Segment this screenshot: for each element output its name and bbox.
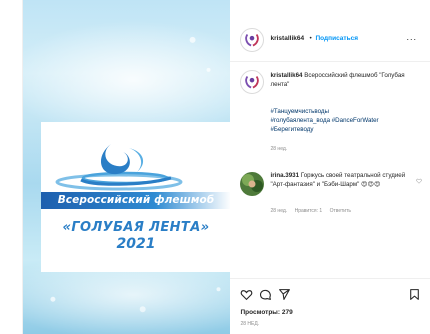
flashmob-poster: Всероссийский флешмоб «ГОЛУБАЯ ЛЕНТА» 20…	[41, 122, 231, 272]
caption-author-avatar[interactable]	[240, 70, 265, 94]
author-avatar[interactable]	[240, 28, 265, 52]
comment-meta: 28 нед. Нравится: 1 Ответить	[270, 208, 356, 214]
comment-username[interactable]: irina.3931	[270, 172, 299, 179]
comment-time: 28 нед.	[270, 208, 288, 214]
crystal-logo-icon	[243, 30, 262, 50]
comment-likes[interactable]: Нравится: 1	[295, 208, 323, 214]
post-date: 28 НЕД.	[240, 321, 260, 327]
comment-bubble-icon[interactable]	[259, 288, 272, 301]
reply-button[interactable]: Ответить	[330, 208, 351, 214]
post-header: kristallik64 • Подписаться ...	[230, 22, 430, 62]
author-username[interactable]: kristallik64	[270, 35, 304, 42]
poster-year: 2021	[116, 236, 156, 252]
crystal-logo-icon	[243, 72, 262, 92]
follow-button[interactable]: Подписаться	[315, 35, 358, 42]
profile-photo-icon	[240, 172, 265, 196]
views-count[interactable]: Просмотры: 279	[240, 309, 292, 316]
commenter-avatar[interactable]	[240, 172, 265, 196]
post-caption: kristallik64 Всероссийский флешмоб "Голу…	[270, 72, 420, 89]
comment: irina.3931 Горжусь своей театральной сту…	[270, 172, 420, 189]
poster-flashmob-text: Всероссийский флешмоб	[41, 192, 231, 209]
hashtag-line[interactable]: #голубаялента_вода #DanceForWater	[270, 117, 420, 126]
hashtag-line[interactable]: #Танцуемчистьводы	[270, 108, 420, 117]
post-media[interactable]: Всероссийский флешмоб «ГОЛУБАЯ ЛЕНТА» 20…	[23, 0, 231, 334]
instagram-post: Всероссийский флешмоб «ГОЛУБАЯ ЛЕНТА» 20…	[22, 0, 430, 334]
share-paper-plane-icon[interactable]	[278, 288, 291, 301]
comment-emojis: 😍😍😍	[361, 180, 381, 188]
like-comment-heart-icon[interactable]	[416, 178, 423, 184]
caption-hashtags: #Танцуемчистьводы #голубаялента_вода #Da…	[270, 108, 420, 134]
more-options-icon[interactable]: ...	[406, 32, 417, 42]
post-side-panel: kristallik64 • Подписаться ... kristalli…	[230, 0, 430, 334]
poster-title: «ГОЛУБАЯ ЛЕНТА»	[62, 220, 210, 235]
hashtag-line[interactable]: #Берегитеводу	[270, 126, 420, 135]
like-heart-icon[interactable]	[240, 288, 253, 301]
header-separator: •	[309, 35, 312, 42]
post-actions: Просмотры: 279 28 НЕД.	[230, 278, 430, 334]
save-bookmark-icon[interactable]	[408, 288, 421, 301]
caption-timestamp: 28 нед.	[270, 146, 288, 152]
caption-username[interactable]: kristallik64	[270, 72, 302, 79]
